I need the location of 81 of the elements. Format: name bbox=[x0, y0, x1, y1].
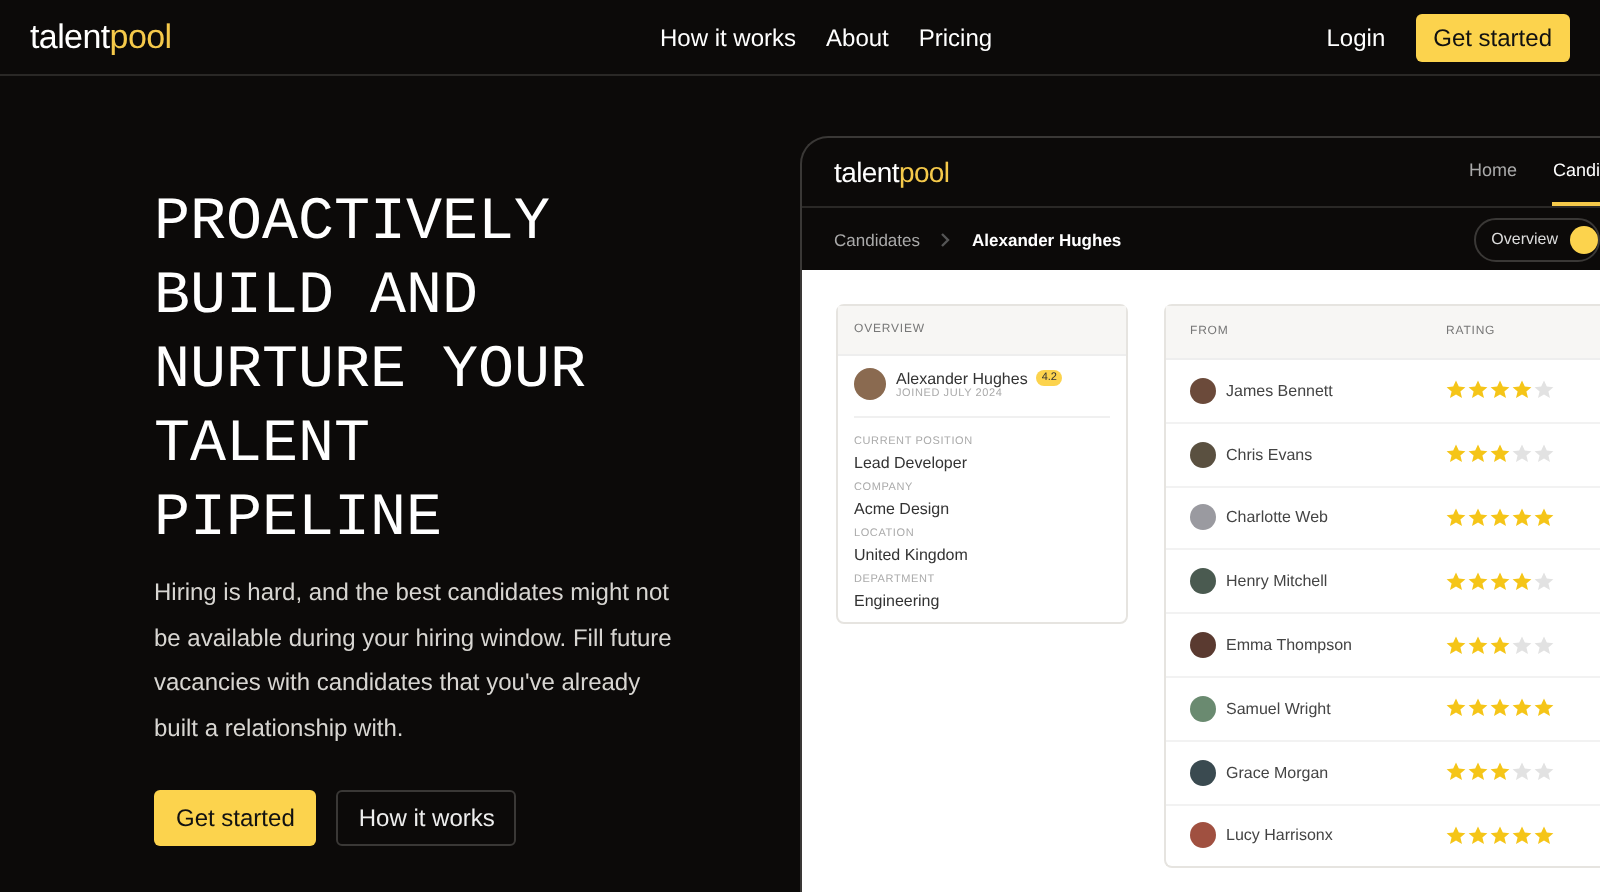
avatar bbox=[1190, 377, 1216, 404]
field-value: Engineering bbox=[854, 592, 942, 610]
star-icon bbox=[1534, 698, 1554, 719]
avatar bbox=[1190, 632, 1216, 659]
view-switch[interactable]: Overview bbox=[1473, 217, 1600, 261]
star-icon bbox=[1446, 507, 1466, 528]
reviewer-name: James Bennett bbox=[1226, 381, 1333, 400]
star-icon bbox=[1490, 571, 1510, 592]
star-icon bbox=[1490, 825, 1510, 846]
star-icon bbox=[1446, 444, 1466, 465]
star-icon bbox=[1534, 825, 1554, 846]
logo[interactable]: talentpool bbox=[30, 17, 172, 57]
star-icon bbox=[1534, 444, 1554, 465]
star-icon bbox=[1512, 698, 1532, 719]
star-icon bbox=[1512, 571, 1532, 592]
overview-option[interactable]: Overview bbox=[1491, 230, 1558, 248]
star-icon bbox=[1468, 571, 1488, 592]
reviewer-name: Chris Evans bbox=[1226, 445, 1313, 464]
reviewer-name: Charlotte Web bbox=[1226, 508, 1328, 527]
reviewer-name: Samuel Wright bbox=[1226, 699, 1331, 718]
reviewer-name: Henry Mitchell bbox=[1226, 572, 1328, 591]
star-icon bbox=[1446, 380, 1466, 401]
avatar bbox=[854, 368, 886, 400]
star-icon bbox=[1468, 762, 1488, 783]
star-icon bbox=[1512, 825, 1532, 846]
star-icon bbox=[1512, 635, 1532, 656]
star-icon bbox=[1446, 698, 1466, 719]
star-icon bbox=[1468, 380, 1488, 401]
star-icon bbox=[1534, 762, 1554, 783]
avatar bbox=[1190, 504, 1216, 531]
nav-link[interactable]: About bbox=[826, 23, 889, 51]
avatar bbox=[1190, 441, 1216, 468]
avatar bbox=[1190, 695, 1216, 722]
star-icon bbox=[1468, 444, 1488, 465]
star-icon bbox=[1468, 825, 1488, 846]
star-icon bbox=[1490, 698, 1510, 719]
breadcrumb-item[interactable]: Alexander Hughes bbox=[972, 229, 1122, 249]
avatar bbox=[1190, 759, 1216, 786]
reviewer-name: Emma Thompson bbox=[1226, 636, 1352, 655]
hero-title: PROACTIVELY BUILD AND NURTURE YOUR TALENT PIPELINE bbox=[154, 188, 589, 558]
field-value: United Kingdom bbox=[854, 546, 970, 564]
star-icon bbox=[1490, 635, 1510, 656]
field-value: Lead Developer bbox=[854, 454, 969, 472]
star-icon bbox=[1490, 444, 1510, 465]
get-started-button[interactable]: Get started bbox=[154, 790, 317, 846]
star-icon bbox=[1534, 571, 1554, 592]
nav-tab[interactable]: Home bbox=[1468, 138, 1517, 206]
star-icon bbox=[1534, 380, 1554, 401]
star-icon bbox=[1512, 507, 1532, 528]
star-icon bbox=[1512, 762, 1532, 783]
star-icon bbox=[1490, 507, 1510, 528]
star-icon bbox=[1468, 635, 1488, 656]
star-icon bbox=[1446, 571, 1466, 592]
chevron-icon bbox=[940, 231, 953, 247]
avatar bbox=[1190, 822, 1216, 849]
star-icon bbox=[1446, 762, 1466, 783]
star-icon bbox=[1512, 380, 1532, 401]
star-icon bbox=[1490, 380, 1510, 401]
candidate-name: Alexander Hughes bbox=[896, 369, 1028, 387]
login-link[interactable]: Login bbox=[1326, 23, 1386, 51]
breadcrumb-item[interactable]: Candidates bbox=[834, 229, 921, 249]
get-started-button[interactable]: Get started bbox=[1415, 13, 1570, 61]
reviewer-name: Lucy Harrisonx bbox=[1226, 826, 1333, 845]
star-icon bbox=[1446, 635, 1466, 656]
nav-tab[interactable]: Candi bbox=[1552, 138, 1600, 206]
star-icon bbox=[1534, 507, 1554, 528]
nav-link[interactable]: How it works bbox=[660, 23, 797, 51]
star-icon bbox=[1512, 444, 1532, 465]
nav-link[interactable]: Pricing bbox=[918, 23, 993, 51]
hero-text: Hiring is hard, and the best candidates might not be available during your hiring window. Fill future vacancies with candidates that you've already built a relationship with. bbox=[154, 576, 674, 745]
how-it-works-button[interactable]: How it works bbox=[336, 790, 517, 846]
star-icon bbox=[1490, 762, 1510, 783]
field-value: Acme Design bbox=[854, 500, 952, 518]
star-icon bbox=[1468, 698, 1488, 719]
star-icon bbox=[1534, 635, 1554, 656]
toggle-knob[interactable] bbox=[1570, 225, 1598, 253]
star-icon bbox=[1446, 825, 1466, 846]
logo: talentpool bbox=[834, 156, 950, 188]
star-icon bbox=[1468, 507, 1488, 528]
reviewer-name: Grace Morgan bbox=[1226, 763, 1329, 782]
avatar bbox=[1190, 568, 1216, 595]
